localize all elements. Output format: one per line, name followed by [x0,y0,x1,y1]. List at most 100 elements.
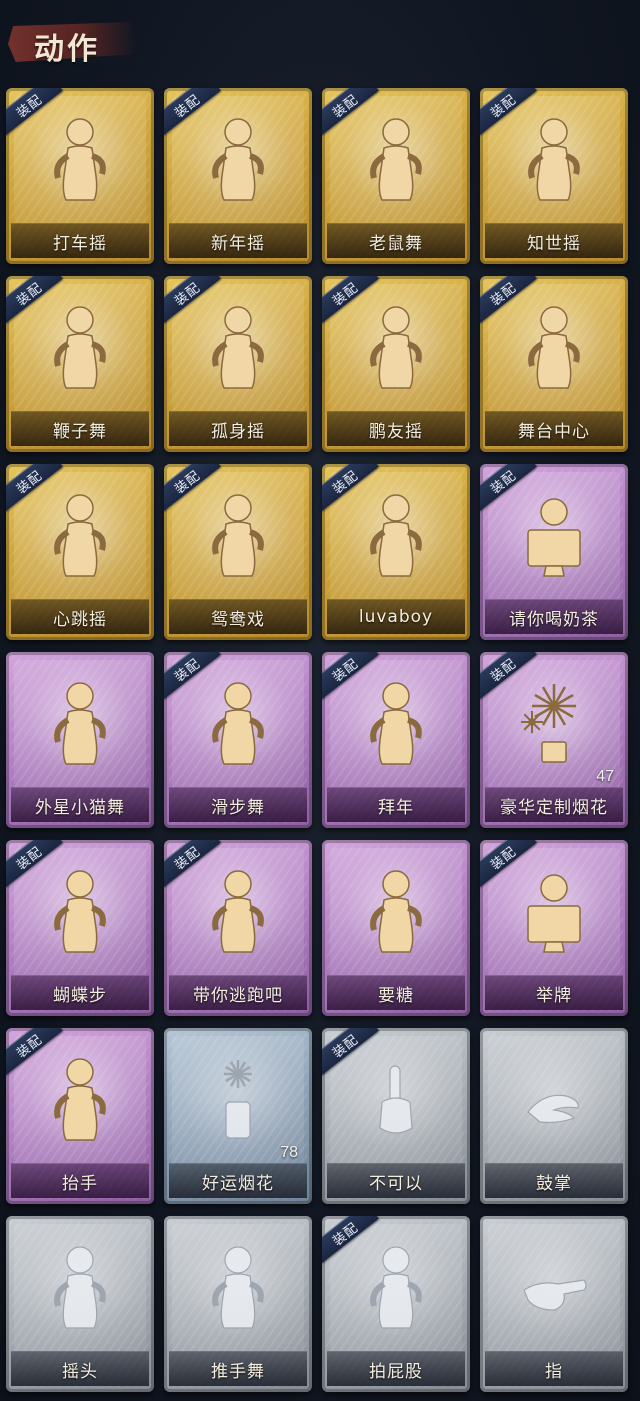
emote-name: 不可以 [369,1173,423,1194]
emote-card[interactable]: 指 [480,1216,628,1392]
emote-name: 知世摇 [527,233,581,254]
emote-name: 推手舞 [211,1361,265,1382]
emote-name: 拜年 [378,797,414,818]
emote-card[interactable]: 装配 47 豪华定制烟花 [480,652,628,828]
emote-name: 摇头 [62,1361,98,1382]
emote-name: 指 [545,1361,563,1382]
emote-name: 心跳摇 [53,609,107,630]
emote-card[interactable]: 装配 鸳鸯戏 [164,464,312,640]
emote-card[interactable]: 78 好运烟花 [164,1028,312,1204]
emote-card[interactable]: 鼓掌 [480,1028,628,1204]
emote-label-bar: 推手舞 [169,1351,307,1386]
emote-name: 要糖 [378,985,414,1006]
item-count: 78 [280,1144,298,1161]
emote-card[interactable]: 装配 抬手 [6,1028,154,1204]
emote-label-bar: 新年摇 [169,223,307,258]
emote-label-bar: 带你逃跑吧 [169,975,307,1010]
emote-label-bar: 举牌 [485,975,623,1010]
dancer-icon [40,864,120,960]
emote-name: 鞭子舞 [53,421,107,442]
emote-label-bar: 请你喝奶茶 [485,599,623,634]
emote-label-bar: luvaboy [327,599,465,634]
emote-label-bar: 鼓掌 [485,1163,623,1198]
emote-card[interactable]: 装配 举牌 [480,840,628,1016]
emote-card[interactable]: 装配 鹏友摇 [322,276,470,452]
emote-label-bar: 拜年 [327,787,465,822]
emote-card[interactable]: 装配 请你喝奶茶 [480,464,628,640]
emote-card[interactable]: 装配 luvaboy [322,464,470,640]
emote-name: 举牌 [536,985,572,1006]
emote-card[interactable]: 装配 拜年 [322,652,470,828]
emote-name: 鹏友摇 [369,421,423,442]
greeting-icon [356,864,436,960]
dancer-icon [198,676,278,772]
emote-label-bar: 打车摇 [11,223,149,258]
emote-name: luvaboy [358,607,434,627]
emote-label-bar: 拍屁股 [327,1351,465,1386]
emote-name: 老鼠舞 [369,233,423,254]
emote-name: 豪华定制烟花 [500,797,608,818]
emote-card[interactable]: 要糖 [322,840,470,1016]
emote-card[interactable]: 摇头 [6,1216,154,1392]
dancer-icon [514,300,594,396]
emote-card[interactable]: 装配 不可以 [322,1028,470,1204]
emote-name: 舞台中心 [518,421,590,442]
finger-wag-icon [356,1052,436,1148]
emote-card[interactable]: 装配 打车摇 [6,88,154,264]
emote-name: 蝴蝶步 [53,985,107,1006]
dancer-icon [198,300,278,396]
emote-name: 带你逃跑吧 [193,985,283,1006]
greeting-icon [356,1240,436,1336]
emote-label-bar: 蝴蝶步 [11,975,149,1010]
emote-name: 好运烟花 [202,1173,274,1194]
emote-label-bar: 心跳摇 [11,599,149,634]
emote-label-bar: 知世摇 [485,223,623,258]
emote-label-bar: 不可以 [327,1163,465,1198]
emote-card[interactable]: 装配 蝴蝶步 [6,840,154,1016]
dancer-icon [356,300,436,396]
emote-label-bar: 老鼠舞 [327,223,465,258]
greeting-icon [198,1240,278,1336]
emote-card[interactable]: 装配 滑步舞 [164,652,312,828]
emote-name: 新年摇 [211,233,265,254]
emote-card[interactable]: 装配 孤身摇 [164,276,312,452]
emote-card[interactable]: 装配 新年摇 [164,88,312,264]
emote-label-bar: 孤身摇 [169,411,307,446]
emote-label-bar: 好运烟花 [169,1163,307,1198]
emote-card[interactable]: 推手舞 [164,1216,312,1392]
dancer-icon [198,112,278,208]
emote-card[interactable]: 装配 心跳摇 [6,464,154,640]
emote-card[interactable]: 装配 鞭子舞 [6,276,154,452]
dancer-icon [198,864,278,960]
emote-name: 外星小猫舞 [35,797,125,818]
emote-name: 滑步舞 [211,797,265,818]
emote-card[interactable]: 外星小猫舞 [6,652,154,828]
emote-name: 请你喝奶茶 [509,609,599,630]
emote-card[interactable]: 装配 老鼠舞 [322,88,470,264]
emote-name: 抬手 [62,1173,98,1194]
dancer-icon [40,488,120,584]
emote-label-bar: 指 [485,1351,623,1386]
emote-card[interactable]: 装配 拍屁股 [322,1216,470,1392]
emote-label-bar: 外星小猫舞 [11,787,149,822]
dancer-icon [40,300,120,396]
emote-card[interactable]: 装配 知世摇 [480,88,628,264]
emote-label-bar: 摇头 [11,1351,149,1386]
emote-label-bar: 滑步舞 [169,787,307,822]
emote-name: 鼓掌 [536,1173,572,1194]
emote-label-bar: 抬手 [11,1163,149,1198]
greeting-icon [40,1052,120,1148]
dancer-icon [40,112,120,208]
emote-card[interactable]: 装配 舞台中心 [480,276,628,452]
emote-name: 鸳鸯戏 [211,609,265,630]
clap-icon [514,1052,594,1148]
sign-holder-icon [514,864,594,960]
emote-label-bar: 鹏友摇 [327,411,465,446]
dancer-icon [356,112,436,208]
emote-name: 拍屁股 [369,1361,423,1382]
page-title: 动作 [34,32,100,67]
greeting-icon [356,676,436,772]
emote-card[interactable]: 装配 带你逃跑吧 [164,840,312,1016]
emote-label-bar: 鞭子舞 [11,411,149,446]
dancer-icon [198,488,278,584]
